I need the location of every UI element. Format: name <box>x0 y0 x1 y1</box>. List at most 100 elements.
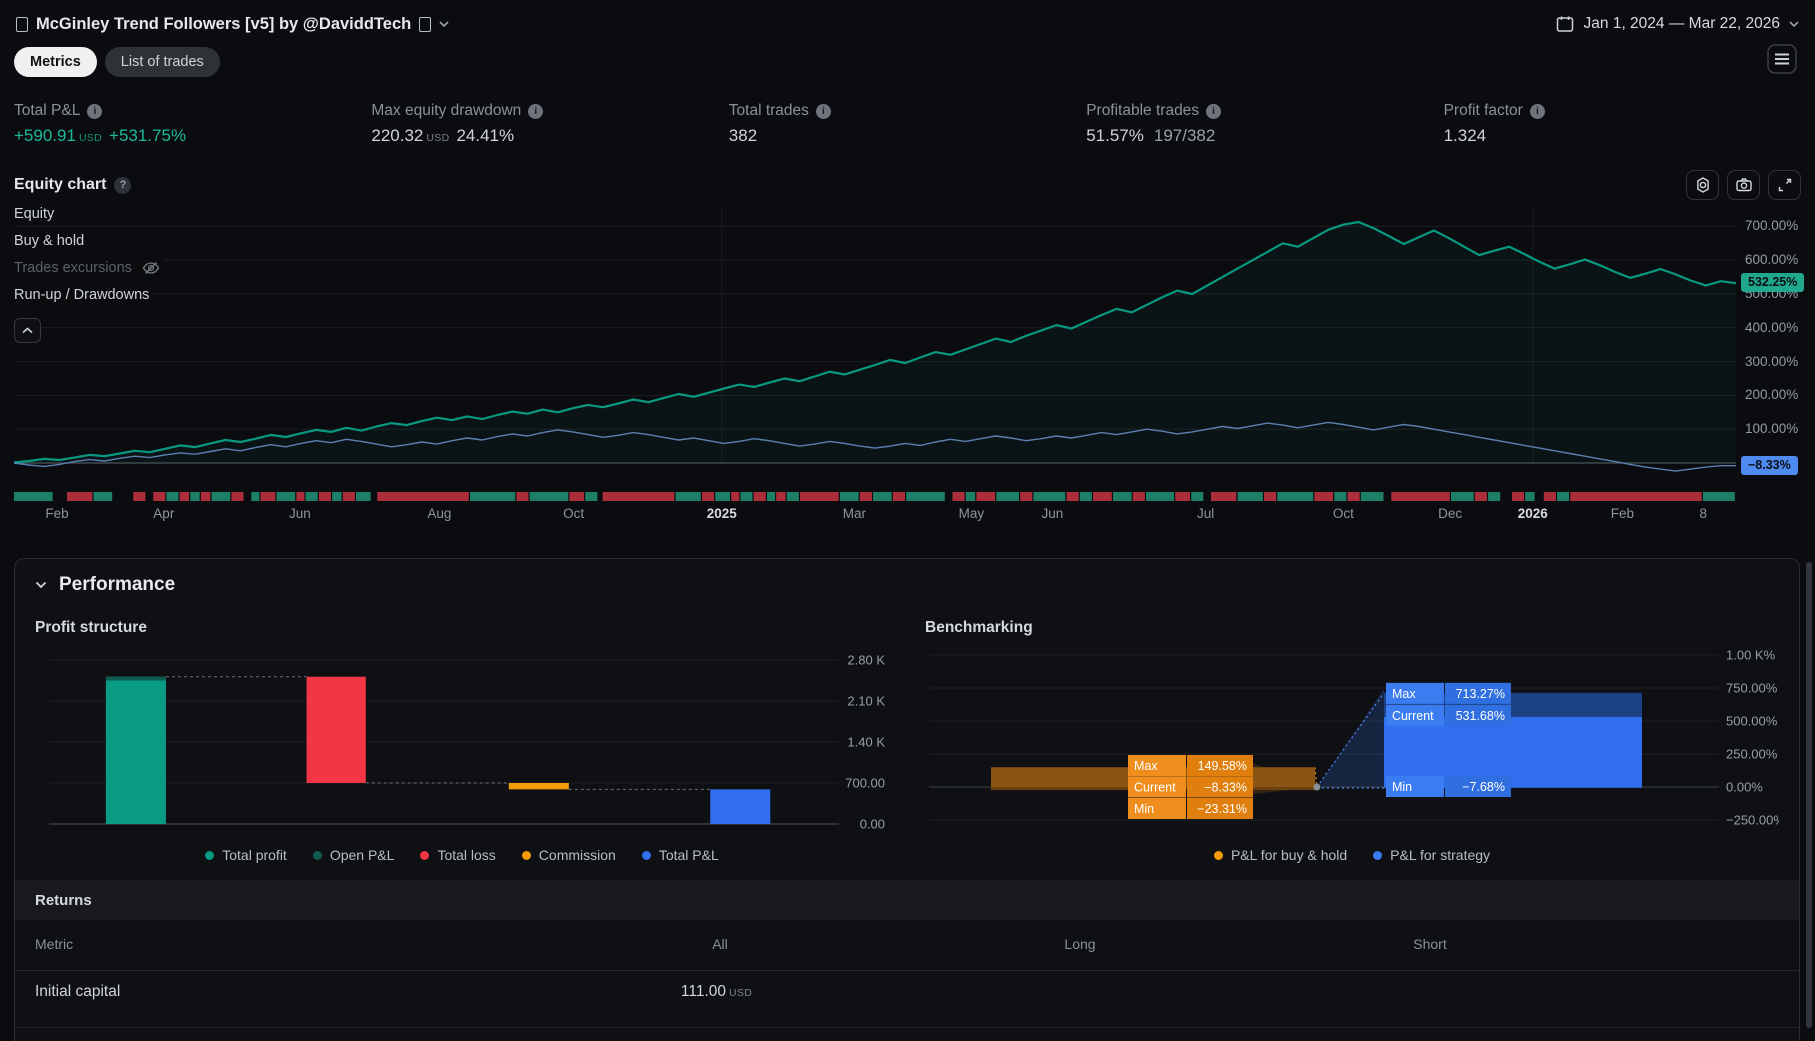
y-axis-tick: 200.00% <box>1745 387 1799 403</box>
legend-item-trades-excursions[interactable]: Trades excursions <box>14 258 164 278</box>
expand-icon <box>1778 178 1791 192</box>
legend-item-equity[interactable]: Equity <box>14 204 59 224</box>
legend-dot <box>1213 850 1223 860</box>
strategy-tester-page: McGinley Trend Followers [v5] by @Davidd… <box>0 0 1815 1041</box>
y-axis-tick: 700.00 <box>845 776 885 791</box>
y-axis-tick: 0.00 <box>860 817 885 832</box>
y-axis-tick: 250.00% <box>1726 747 1778 762</box>
y-axis-tick: 0.00% <box>1726 780 1763 795</box>
calendar-icon <box>1556 16 1573 32</box>
equity-chart-area[interactable]: Equity Buy & hold Trades excursions Run-… <box>0 200 1815 530</box>
tab-list-of-trades[interactable]: List of trades <box>104 47 220 77</box>
legend-item-runup-drawdowns[interactable]: Run-up / Drawdowns <box>14 285 154 305</box>
returns-row: Open P&L+0.79USD <box>15 1028 1799 1041</box>
legend-item[interactable]: P&L for buy & hold <box>1213 847 1347 863</box>
layout-options-button[interactable] <box>1765 43 1799 77</box>
time-axis-label: 2025 <box>706 506 737 521</box>
performance-header[interactable]: Performance <box>15 559 1799 611</box>
legend-dot <box>521 850 531 860</box>
page-scrollbar[interactable] <box>1806 562 1812 1028</box>
y-axis-tick: 2.10 K <box>847 694 885 709</box>
y-axis-tick: 100.00% <box>1745 421 1799 437</box>
equity-chart-canvas <box>13 208 1737 501</box>
bar-commission <box>508 783 569 790</box>
time-axis-label: Jun <box>1041 506 1064 521</box>
help-icon[interactable]: ? <box>114 176 132 194</box>
buyhold-last-value-badge: −8.33% <box>1741 455 1798 475</box>
y-axis-tick: 600.00% <box>1745 252 1799 268</box>
info-icon[interactable]: i <box>87 103 103 119</box>
snapshot-button[interactable] <box>1727 170 1760 200</box>
fullscreen-button[interactable] <box>1768 170 1801 200</box>
info-icon[interactable]: i <box>1529 103 1545 119</box>
strategy-title: McGinley Trend Followers [v5] by @Davidd… <box>36 14 412 33</box>
strategy-title-group[interactable]: McGinley Trend Followers [v5] by @Davidd… <box>16 15 449 34</box>
benchmarking-chart: 1.00 K% 750.00% 500.00% 250.00% 0.00% −250.00… <box>929 648 1785 828</box>
bar-total-profit <box>105 676 166 824</box>
y-axis-tick: 700.00% <box>1745 218 1799 234</box>
legend-item[interactable]: Total loss <box>420 847 496 863</box>
time-axis-label: Aug <box>427 506 452 521</box>
range-label-value: −8.33% <box>1204 781 1247 795</box>
tab-metrics[interactable]: Metrics <box>14 47 97 77</box>
profit-structure-chart: 0.00 700.00 1.40 K 2.10 K 2.80 K <box>49 653 885 832</box>
placeholder-glyph-icon <box>16 16 28 32</box>
time-axis-label: Feb <box>45 506 69 521</box>
stat-total-trades: Total trades i 382 <box>729 100 1086 158</box>
range-label-value: 713.27% <box>1456 687 1505 701</box>
range-label-name: Max <box>1134 759 1158 773</box>
benchmarking-title: Benchmarking <box>925 619 1033 636</box>
key-stats-row: Total P&L i +590.91 USD +531.75% Max equity… <box>14 100 1801 158</box>
returns-section-header[interactable]: Returns <box>15 880 1799 920</box>
legend-item[interactable]: Commission <box>521 847 616 863</box>
date-range-label: Jan 1, 2024 — Mar 22, 2026 <box>1583 15 1780 32</box>
info-icon[interactable]: i <box>815 103 831 119</box>
y-axis-tick: 500.00% <box>1726 714 1778 729</box>
performance-panel: Performance Profit structure 0.00 700.00 1… <box>14 558 1800 1041</box>
range-label-value: 531.68% <box>1456 709 1505 723</box>
col-short: Short <box>1413 936 1447 952</box>
time-axis-label: Oct <box>563 506 585 521</box>
range-label-value: −7.68% <box>1462 780 1505 794</box>
chart-settings-button[interactable] <box>1686 170 1719 200</box>
returns-table-body: Initial capital 111.00USD Open P&L+0.79USD <box>15 971 1799 1041</box>
range-label-name: Max <box>1392 687 1416 701</box>
stat-profit-factor: Profit factor i 1.324 <box>1444 100 1801 158</box>
range-label-value: 149.58% <box>1198 759 1247 773</box>
legend-item[interactable]: P&L for strategy <box>1373 847 1490 863</box>
legend-dot <box>641 850 651 860</box>
legend-item-buy-and-hold[interactable]: Buy & hold <box>14 231 89 251</box>
legend-item[interactable]: Total profit <box>205 847 287 863</box>
equity-chart-header: Equity chart ? <box>14 168 1801 202</box>
metric-name: Initial capital <box>35 983 121 1000</box>
chevron-up-icon <box>22 327 33 334</box>
placeholder-glyph-icon <box>419 16 432 32</box>
y-axis-tick: 2.80 K <box>847 653 885 668</box>
legend-item[interactable]: Open P&L <box>312 847 394 863</box>
returns-column-headers: Metric All Long Short <box>15 920 1799 971</box>
legend-item[interactable]: Total P&L <box>641 847 719 863</box>
range-label-value: −23.31% <box>1197 802 1247 816</box>
chevron-down-icon <box>35 581 47 589</box>
eye-off-icon <box>142 262 160 274</box>
stat-total-pnl: Total P&L i +590.91 USD +531.75% <box>14 102 187 145</box>
profit-structure-legend: Total profit Open P&L Total loss Commission… <box>35 838 889 872</box>
equity-last-value-badge: 532.25% <box>1741 273 1805 293</box>
col-all: All <box>712 936 728 952</box>
info-icon[interactable]: i <box>1206 103 1222 119</box>
range-label-name: Min <box>1392 780 1412 794</box>
y-axis-tick: 750.00% <box>1726 681 1778 696</box>
returns-row: Initial capital 111.00 USD <box>15 971 1799 1028</box>
metric-value-all: 111.00 USD <box>680 983 753 1000</box>
range-label-name: Current <box>1392 709 1434 723</box>
y-axis-tick: −250.00% <box>1726 813 1779 828</box>
info-icon[interactable]: i <box>528 103 544 119</box>
performance-title: Performance <box>59 574 176 595</box>
legend-dot <box>312 850 322 860</box>
rows-layout-icon <box>1767 43 1797 74</box>
date-range-picker[interactable]: Jan 1, 2024 — Mar 22, 2026 <box>1555 14 1799 34</box>
legend-dot <box>205 850 215 860</box>
stat-max-drawdown: Max equity drawdown i 220.32 USD 24.41% <box>371 100 728 158</box>
collapse-legend-button[interactable] <box>14 318 41 343</box>
profit-structure-title: Profit structure <box>35 619 147 636</box>
